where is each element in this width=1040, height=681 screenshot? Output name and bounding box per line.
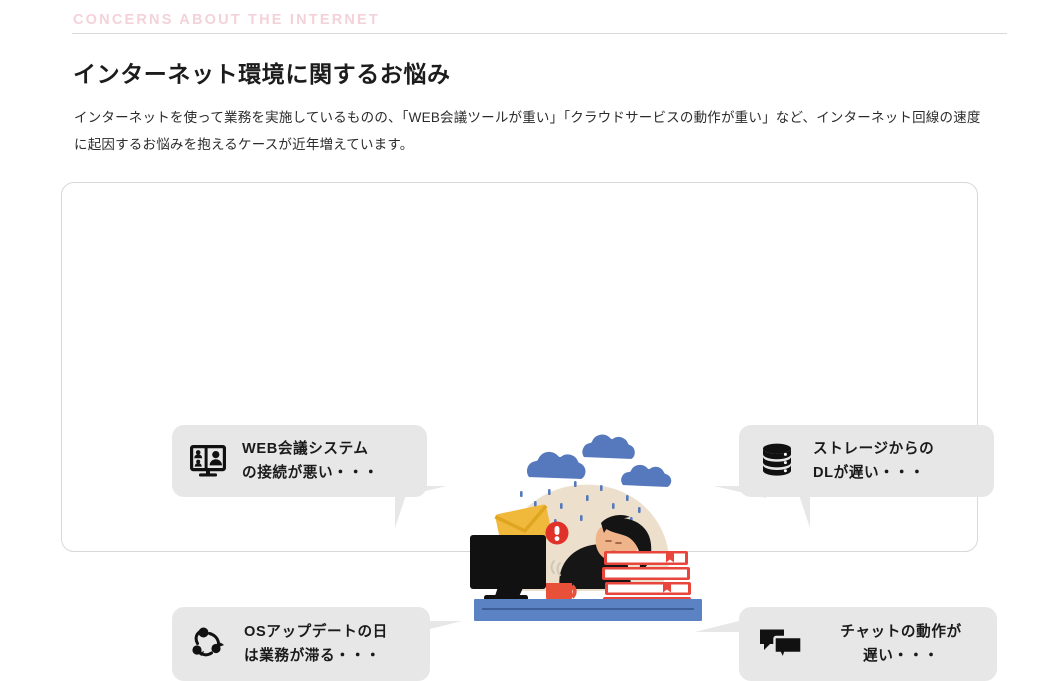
concern-bubble-label: ストレージからの DLが遅い・・・: [813, 440, 935, 481]
chat-bubbles-icon: [759, 627, 801, 661]
tired-worker-illustration: [460, 423, 716, 623]
concern-bubble-storage-download: ストレージからの DLが遅い・・・: [739, 425, 994, 497]
concern-bubble-os-update: OSアップデートの日 は業務が滞る・・・: [172, 607, 430, 681]
concern-bubble-label: OSアップデートの日 は業務が滞る・・・: [244, 623, 388, 664]
database-storage-icon: [761, 443, 793, 479]
concern-bubble-label: チャットの動作が 遅い・・・: [840, 623, 962, 664]
concern-bubble-web-conference: WEB会議システム の接続が悪い・・・: [172, 425, 427, 497]
update-cycle-icon: [190, 626, 230, 662]
section-description: インターネットを使って業務を実施しているものの、「WEB会議ツールが重い」「クラ…: [74, 109, 981, 152]
section-eyebrow: CONCERNS ABOUT THE INTERNET: [73, 12, 380, 28]
concern-bubble-label: WEB会議システム の接続が悪い・・・: [242, 440, 379, 481]
internet-concerns-section: CONCERNS ABOUT THE INTERNET インターネット環境に関す…: [0, 0, 1040, 681]
concern-bubble-chat-slow: チャットの動作が 遅い・・・: [739, 607, 997, 681]
concerns-card: WEB会議システム の接続が悪い・・・ ストレージからの DLが遅い・・・ OS…: [61, 182, 997, 681]
page-title: インターネット環境に関するお悩み: [73, 61, 451, 88]
header-divider: [72, 33, 1007, 34]
video-conference-icon: [190, 445, 226, 477]
